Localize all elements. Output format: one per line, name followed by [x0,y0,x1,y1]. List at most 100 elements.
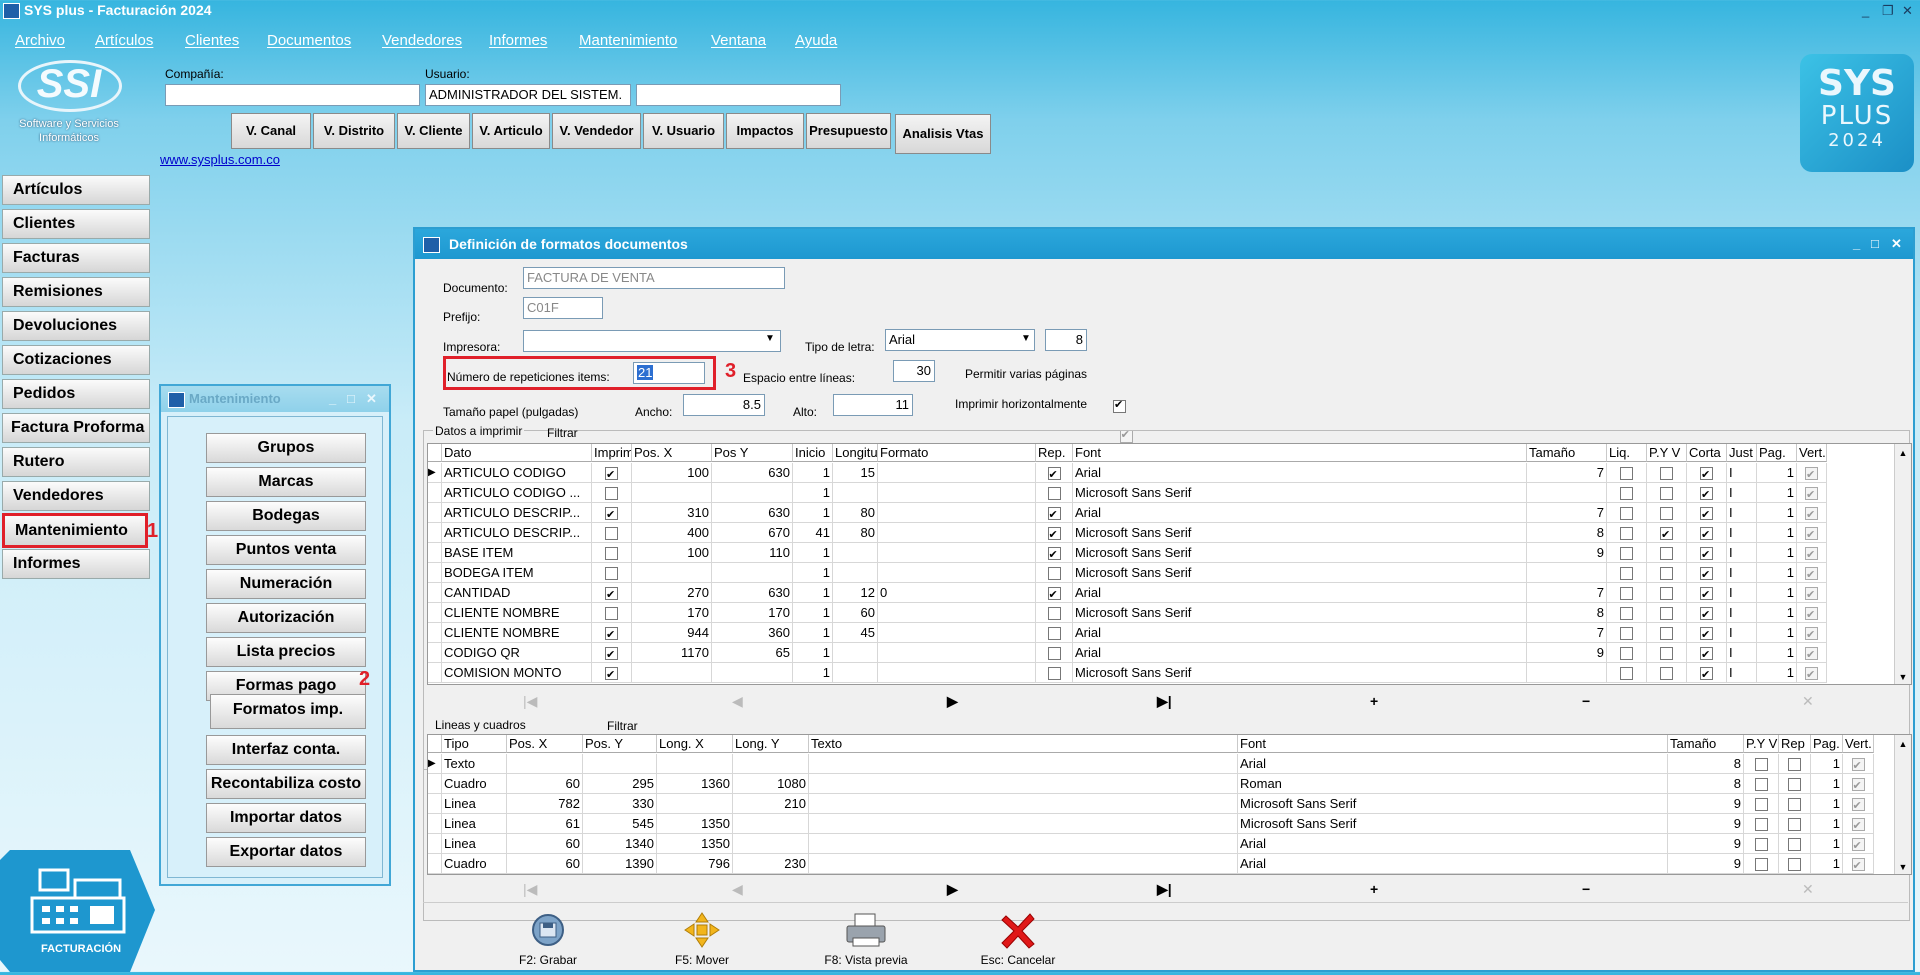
cell-checkbox[interactable] [1700,485,1713,502]
table-cell[interactable] [1843,754,1874,774]
table-cell[interactable] [1779,754,1811,774]
table-cell[interactable] [1687,583,1727,603]
prev-record-icon[interactable]: ◀ [732,693,743,710]
cell-checkbox[interactable] [1047,525,1061,542]
row-selector[interactable] [428,814,442,834]
cell-checkbox[interactable] [1047,647,1061,661]
table-cell[interactable] [1797,603,1827,623]
cell-checkbox[interactable] [1660,547,1673,561]
cell-checkbox[interactable] [1805,525,1818,542]
row-selector[interactable] [428,503,442,523]
cell-checkbox[interactable] [605,465,618,482]
cell-checkbox[interactable] [1660,567,1673,581]
scroll-up-icon[interactable]: ▲ [1895,739,1911,749]
menu-documentos[interactable]: Documentos [267,32,351,49]
v-vendedor-button[interactable]: V. Vendedor [552,113,641,149]
cell-checkbox[interactable] [1620,487,1633,501]
minimize-icon[interactable]: _ [1853,229,1860,259]
formatos-imp-button[interactable]: Formatos imp. [210,694,366,729]
restore-button[interactable]: ❐ [1882,3,1894,19]
cell-checkbox[interactable] [605,527,618,541]
row-selector[interactable] [428,563,442,583]
website-link[interactable]: www.sysplus.com.co [160,152,280,167]
table-cell[interactable] [1797,523,1827,543]
analisis-vtas-button[interactable]: Analisis Vtas [895,114,991,154]
user-extra-field[interactable] [636,84,841,106]
next-record-icon[interactable]: ▶ [947,881,958,898]
table-cell[interactable] [1687,603,1727,623]
table-cell[interactable] [1647,463,1687,483]
table-cell[interactable] [1843,854,1874,874]
table-cell[interactable] [1797,483,1827,503]
cell-checkbox[interactable] [1700,545,1713,562]
cell-checkbox[interactable] [1700,665,1713,682]
cancelar-button[interactable]: Esc: Cancelar [968,910,1068,967]
maximize-icon[interactable]: □ [1871,229,1879,259]
table-cell[interactable] [1687,643,1727,663]
table-cell[interactable] [1036,623,1073,643]
minimize-button[interactable]: _ [1862,3,1869,18]
cell-checkbox[interactable] [1851,796,1865,813]
row-selector[interactable] [428,663,442,683]
cell-checkbox[interactable] [1660,467,1673,481]
cell-checkbox[interactable] [1660,587,1673,601]
menu-articulos[interactable]: Artículos [95,32,153,49]
table-cell[interactable] [1607,603,1647,623]
table-cell[interactable] [1647,603,1687,623]
cell-checkbox[interactable] [1788,818,1801,832]
row-selector[interactable] [428,583,442,603]
cell-checkbox[interactable] [1805,485,1818,502]
table-cell[interactable] [1744,754,1779,774]
cell-checkbox[interactable] [605,625,618,642]
row-selector[interactable] [428,854,442,874]
cell-checkbox[interactable] [1754,758,1768,772]
table-cell[interactable] [1687,543,1727,563]
v-usuario-button[interactable]: V. Usuario [643,113,724,149]
cell-checkbox[interactable] [1754,858,1768,872]
cell-checkbox[interactable] [1620,587,1633,601]
row-selector[interactable] [428,483,442,503]
nav-pedidos[interactable]: Pedidos [2,379,150,409]
cell-checkbox[interactable] [1700,565,1713,582]
table-cell[interactable] [1744,774,1779,794]
table-cell[interactable] [1607,583,1647,603]
cell-checkbox[interactable] [1660,627,1673,641]
table-cell[interactable] [592,663,632,683]
table-cell[interactable] [1779,814,1811,834]
cell-checkbox[interactable] [1805,645,1818,662]
row-selector[interactable] [428,603,442,623]
delete-record-icon[interactable]: − [1582,881,1590,897]
first-record-icon[interactable]: |◀ [523,693,537,710]
menu-informes[interactable]: Informes [489,32,547,49]
table-cell[interactable] [1843,814,1874,834]
cell-checkbox[interactable] [1620,507,1633,521]
tipo-letra-select[interactable]: Arial [885,329,1035,351]
prev-record-icon[interactable]: ◀ [732,881,743,898]
table-cell[interactable] [592,563,632,583]
menu-clientes[interactable]: Clientes [185,32,239,49]
table-cell[interactable] [1744,814,1779,834]
table-cell[interactable] [1797,583,1827,603]
cell-checkbox[interactable] [1047,487,1061,501]
table-cell[interactable] [1687,483,1727,503]
table-cell[interactable] [1036,583,1073,603]
cell-checkbox[interactable] [1754,778,1768,792]
table-cell[interactable] [1797,563,1827,583]
table-cell[interactable] [1843,794,1874,814]
tipo-letra-dropdown-icon[interactable]: ▼ [1021,333,1031,344]
cell-checkbox[interactable] [1700,525,1713,542]
cell-checkbox[interactable] [1047,607,1061,621]
table-cell[interactable] [1647,583,1687,603]
table-cell[interactable] [1036,483,1073,503]
exportar-datos-button[interactable]: Exportar datos [206,837,366,867]
table-cell[interactable] [1843,834,1874,854]
autorizacion-button[interactable]: Autorización [206,603,366,633]
cell-checkbox[interactable] [1754,798,1768,812]
table-cell[interactable] [1607,643,1647,663]
cell-checkbox[interactable] [1700,625,1713,642]
lista-precios-button[interactable]: Lista precios [206,637,366,667]
bodegas-button[interactable]: Bodegas [206,501,366,531]
table-cell[interactable] [1797,623,1827,643]
table-cell[interactable] [592,463,632,483]
cell-checkbox[interactable] [1805,625,1818,642]
